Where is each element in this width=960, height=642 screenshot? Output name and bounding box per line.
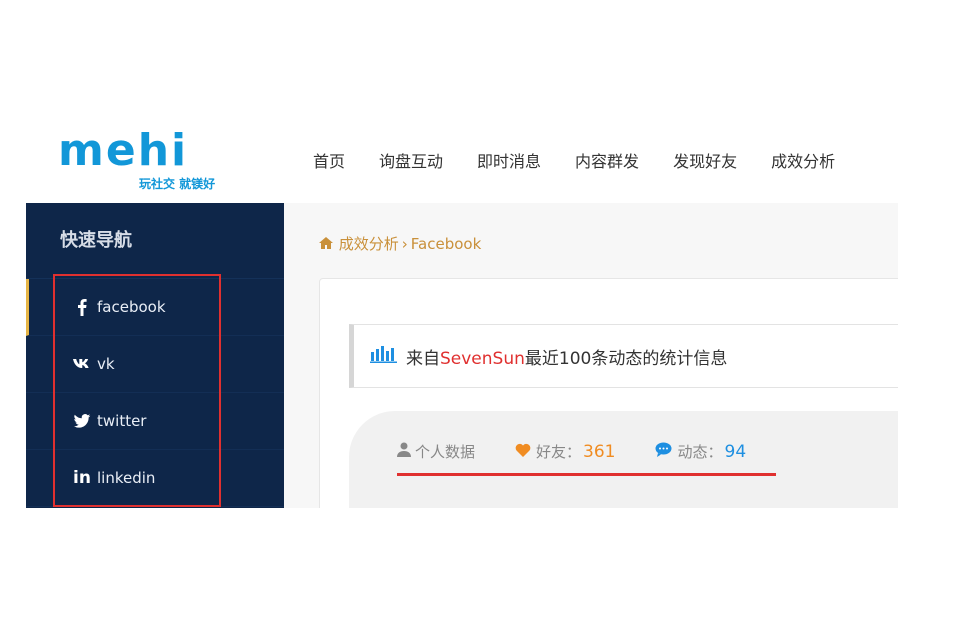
sidebar: 快速导航 facebook vk twitter in linkedin (26, 203, 284, 508)
breadcrumb-section[interactable]: 成效分析 (339, 235, 399, 253)
stat-friends[interactable]: 好友： 361 (515, 441, 615, 462)
app-frame: mehi 玩社交 就镁好 首页 询盘互动 即时消息 内容群发 发现好友 成效分析… (26, 117, 898, 508)
nav-analytics[interactable]: 成效分析 (771, 148, 835, 172)
nav-inquiry[interactable]: 询盘互动 (379, 148, 443, 172)
info-suffix: 最近100条动态的统计信息 (524, 348, 728, 369)
stat-personal[interactable]: 个人数据 (397, 441, 475, 462)
account-name: SevenSun (440, 348, 525, 369)
sidebar-item-label: facebook (97, 298, 166, 316)
stat-friends-label: 好友： (536, 443, 582, 461)
linkedin-icon: in (73, 468, 91, 488)
stat-personal-label: 个人数据 (415, 443, 476, 461)
stats-box: 个人数据 好友： 361 动态： 94 (349, 411, 898, 508)
sidebar-item-label: vk (97, 355, 115, 373)
vk-icon (71, 358, 93, 370)
breadcrumb: 成效分析 › Facebook (318, 233, 481, 254)
sidebar-title: 快速导航 (26, 203, 284, 279)
bar-chart-icon (370, 345, 398, 367)
comment-icon (655, 442, 672, 461)
stat-posts-label: 动态： (677, 443, 723, 461)
sidebar-item-label: linkedin (97, 469, 156, 487)
info-bar: 来自SevenSun最近100条动态的统计信息 (349, 324, 898, 388)
info-prefix: 来自 (406, 348, 440, 369)
nav-messages[interactable]: 即时消息 (477, 148, 541, 172)
home-icon[interactable] (318, 235, 339, 253)
sidebar-item-vk[interactable]: vk (26, 336, 284, 393)
heart-icon (515, 443, 531, 461)
info-text: 来自SevenSun最近100条动态的统计信息 (406, 344, 727, 369)
logo-tagline: 玩社交 就镁好 (139, 177, 216, 191)
stats-underline-annotation (397, 473, 776, 476)
twitter-icon (71, 413, 93, 429)
nav-broadcast[interactable]: 内容群发 (575, 148, 639, 172)
user-icon (397, 442, 411, 461)
stats-panel: 来自SevenSun最近100条动态的统计信息 个人数据 好友： 361 动态：… (319, 278, 898, 508)
stat-friends-value: 361 (583, 441, 616, 462)
top-nav: 首页 询盘互动 即时消息 内容群发 发现好友 成效分析 (284, 117, 898, 204)
facebook-icon (71, 298, 93, 316)
breadcrumb-page: Facebook (410, 235, 482, 253)
nav-home[interactable]: 首页 (313, 148, 345, 172)
stat-posts[interactable]: 动态： 94 (655, 441, 746, 462)
stat-posts-value: 94 (724, 441, 747, 462)
logo-area[interactable]: mehi 玩社交 就镁好 (26, 117, 285, 203)
sidebar-item-facebook[interactable]: facebook (26, 279, 284, 336)
stat-row: 个人数据 好友： 361 动态： 94 (397, 441, 746, 462)
sidebar-item-label: twitter (97, 412, 147, 430)
sidebar-item-twitter[interactable]: twitter (26, 393, 284, 450)
chevron-right-icon: › (401, 235, 408, 253)
sidebar-item-linkedin[interactable]: in linkedin (26, 450, 284, 507)
logo[interactable]: mehi (58, 129, 188, 173)
main-content: 成效分析›Facebook 来自SevenSun最近100条动态的统计信息 (284, 203, 898, 508)
nav-find-friends[interactable]: 发现好友 (673, 148, 737, 172)
